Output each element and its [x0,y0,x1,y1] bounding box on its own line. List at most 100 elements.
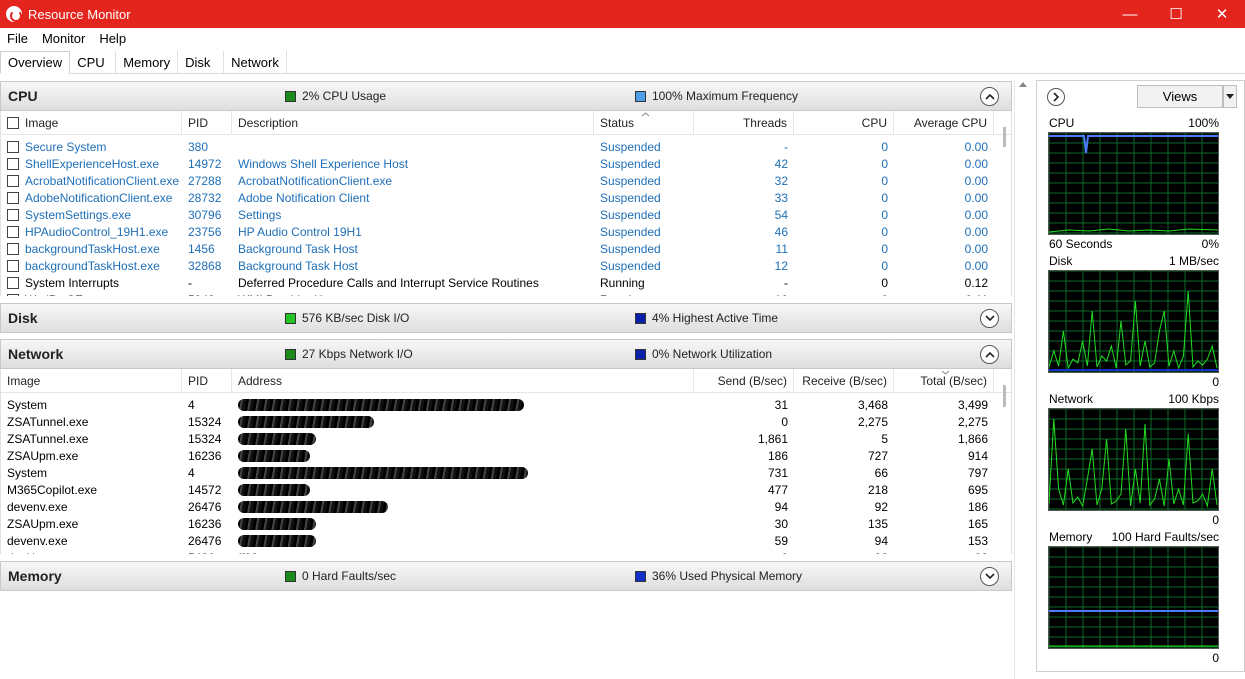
cell-pid: 14572 [188,482,222,497]
col-receive[interactable]: Receive (B/sec) [794,369,894,393]
table-row[interactable]: M365Copilot.exe 14572 477 218 695 [1,481,1011,498]
cpu-section-header[interactable]: CPU 2% CPU Usage 100% Maximum Frequency [0,81,1012,111]
tab-disk[interactable]: Disk [178,51,225,73]
tab-network[interactable]: Network [224,51,287,73]
cell-pid: 16236 [188,516,222,531]
cell-image: dasHost.exe [1,549,182,555]
disk-expand-button[interactable] [980,308,999,328]
memory-section-header[interactable]: Memory 0 Hard Faults/sec 36% Used Physic… [0,561,1012,591]
row-checkbox[interactable] [7,157,19,170]
chevron-up-icon [984,351,995,358]
network-section-header[interactable]: Network 27 Kbps Network I/O 0% Network U… [0,339,1012,369]
col-send[interactable]: Send (B/sec) [694,369,794,393]
table-row[interactable]: System 4 31 3,468 3,499 [1,396,1011,413]
table-row[interactable]: HPAudioControl_19H1.exe 23756 HP Audio Con… [1,223,1011,240]
table-row[interactable]: devenv.exe 26476 59 94 153 [1,532,1011,549]
table-row[interactable]: System Interrupts - Deferred Procedure Cal… [1,274,1011,291]
cell-description [232,138,594,155]
col-total[interactable]: Total (B/sec) [894,369,994,393]
col-cpu[interactable]: CPU [794,111,894,135]
disk-section-title: Disk [8,310,38,326]
table-row[interactable]: ZSAUpm.exe 16236 186 727 914 [1,447,1011,464]
table-row[interactable]: dasHost.exe5436ff02::c09898 [1,549,1011,555]
cell-pid: - [188,275,192,290]
cell-image: System Interrupts [1,274,182,291]
col-threads[interactable]: Threads [694,111,794,135]
cell-send: 477 [767,482,788,497]
tab-memory[interactable]: Memory [116,51,179,73]
network-utilization-text: 0% Network Utilization [652,347,773,361]
memory-graph [1048,546,1219,649]
table-row[interactable]: ShellExperienceHost.exe 14972 Windows Shel… [1,155,1011,172]
scroll-up-icon[interactable] [1019,82,1027,87]
cell-status: Suspended [600,224,661,239]
col-image[interactable]: Image [1,369,182,393]
table-row[interactable]: System 4 731 66 797 [1,464,1011,481]
title-bar: Resource Monitor — ☐ ✕ [0,0,1245,28]
col-image[interactable]: Image [1,111,182,135]
cell-image: System [7,465,48,480]
col-status[interactable]: Status [594,111,694,135]
cell-threads: 12 [774,258,788,273]
cell-threads: 10 [694,291,794,297]
tab-cpu[interactable]: CPU [70,51,117,73]
row-checkbox[interactable] [7,191,19,204]
cell-cpu: 0 [881,275,888,290]
network-table-scrollbar[interactable] [1001,381,1009,551]
menu-monitor[interactable]: Monitor [35,31,92,46]
memory-graph-header: Memory 100 Hard Faults/sec [1049,530,1219,544]
cell-image: AdobeNotificationClient.exe [1,189,182,206]
cpu-table-scrollbar[interactable] [1001,123,1009,293]
row-checkbox[interactable] [7,140,19,153]
table-row[interactable]: AcrobatNotificationClient.exe 27288 Acroba… [1,172,1011,189]
table-row[interactable]: WmiPrvSE.exe5948WMI Provider HostRunning… [1,291,1011,296]
row-checkbox[interactable] [7,242,19,255]
row-checkbox[interactable] [7,276,19,289]
close-button[interactable]: ✕ [1199,0,1245,28]
select-all-checkbox[interactable] [7,116,19,129]
collapse-panel-button[interactable] [1047,88,1065,106]
maximize-button[interactable]: ☐ [1153,0,1199,28]
views-dropdown[interactable] [1223,85,1237,108]
tab-bar: Overview CPU Memory Disk Network [0,51,1245,74]
chevron-up-icon [984,93,995,100]
row-checkbox[interactable] [7,225,19,238]
overview-scrollbar[interactable] [1014,80,1030,679]
col-pid[interactable]: PID [182,111,232,135]
memory-expand-button[interactable] [980,566,999,586]
graphs-panel: Views CPU 100% 60 Seconds 0% Disk 1 MB/sec … [1036,80,1245,672]
cell-address [232,413,694,430]
network-utilization-metric: 0% Network Utilization [635,347,772,361]
cell-image: AcrobatNotificationClient.exe [1,172,182,189]
table-row[interactable]: AdobeNotificationClient.exe 28732 Adobe No… [1,189,1011,206]
cpu-collapse-button[interactable] [980,86,999,106]
row-checkbox[interactable] [7,174,19,187]
table-row[interactable]: devenv.exe 26476 94 92 186 [1,498,1011,515]
menu-file[interactable]: File [0,31,35,46]
row-checkbox[interactable] [7,259,19,272]
table-row[interactable]: SystemSettings.exe 30796 Settings Suspended… [1,206,1011,223]
table-row[interactable]: ZSATunnel.exe 15324 1,861 5 1,866 [1,430,1011,447]
row-checkbox[interactable] [7,208,19,221]
row-checkbox[interactable] [7,293,19,296]
minimize-button[interactable]: — [1107,0,1153,28]
cell-address [232,515,694,532]
col-address[interactable]: Address [232,369,694,393]
col-pid[interactable]: PID [182,369,232,393]
table-row[interactable]: ZSATunnel.exe 15324 0 2,275 2,275 [1,413,1011,430]
tab-overview[interactable]: Overview [0,51,71,74]
menu-help[interactable]: Help [92,31,133,46]
cell-cpu: 0 [881,190,888,205]
col-average-cpu[interactable]: Average CPU [894,111,994,135]
col-description[interactable]: Description [232,111,594,135]
network-collapse-button[interactable] [980,344,999,364]
table-row[interactable]: ZSAUpm.exe 16236 30 135 165 [1,515,1011,532]
table-row[interactable]: backgroundTaskHost.exe 32868 Background Ta… [1,257,1011,274]
network-io-text: 27 Kbps Network I/O [302,347,413,361]
table-row[interactable]: backgroundTaskHost.exe 1456 Background Tas… [1,240,1011,257]
table-row[interactable]: Secure System 380 Suspended - 0 0.00 [1,138,1011,155]
disk-active-time-swatch [635,312,646,324]
disk-section-header[interactable]: Disk 576 KB/sec Disk I/O 4% Highest Acti… [0,303,1012,333]
cell-total: 165 [967,516,988,531]
views-button[interactable]: Views [1137,85,1223,108]
